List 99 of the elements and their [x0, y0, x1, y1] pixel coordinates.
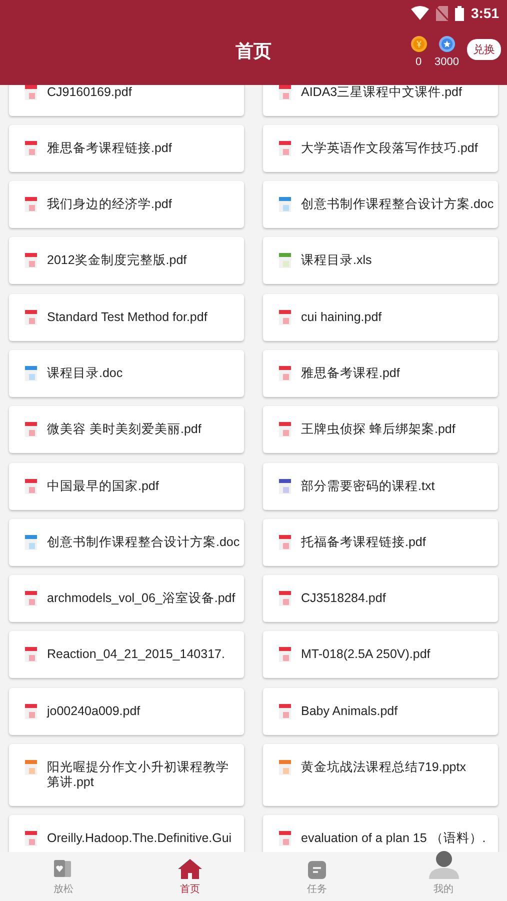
- file-name: 阳光喔提分作文小升初课程教学第讲.ppt: [47, 760, 230, 790]
- pdf-file-icon: [279, 140, 291, 156]
- file-name: 雅思备考课程链接.pdf: [47, 140, 172, 156]
- file-card[interactable]: AIDA3三星课程中文课件.pdf: [263, 85, 498, 116]
- pdf-file-icon: [279, 366, 291, 381]
- file-card[interactable]: 托福备考课程链接.pdf: [263, 518, 498, 566]
- file-card[interactable]: evaluation of a plan 15 （语料）.: [263, 815, 498, 852]
- balance-amount: 0: [415, 56, 422, 68]
- home-icon: [178, 859, 202, 879]
- text-file-icon: [279, 478, 291, 494]
- file-card[interactable]: jo00240a009.pdf: [9, 688, 244, 735]
- file-card[interactable]: Standard Test Method for.pdf: [9, 294, 244, 341]
- file-card[interactable]: 大学英语作文段落写作技巧.pdf: [263, 124, 498, 172]
- pdf-file-icon: [279, 85, 291, 100]
- pdf-file-icon: [279, 310, 291, 325]
- file-name: 课程目录.xls: [301, 253, 372, 268]
- task-icon: [308, 861, 326, 879]
- pdf-file-icon: [25, 831, 37, 846]
- clock: 3:51: [470, 5, 499, 21]
- file-card[interactable]: CJ9160169.pdf: [9, 85, 244, 116]
- exchange-button[interactable]: 兑换: [467, 38, 501, 60]
- file-name: 我们身边的经济学.pdf: [47, 197, 172, 212]
- file-name: 课程目录.doc: [47, 366, 123, 381]
- pdf-file-icon: [25, 704, 37, 719]
- file-name: 托福备考课程链接.pdf: [301, 534, 426, 550]
- file-card[interactable]: 中国最早的国家.pdf: [9, 462, 244, 510]
- slides-file-icon: [279, 760, 291, 776]
- file-card[interactable]: 阳光喔提分作文小升初课程教学第讲.ppt: [9, 744, 244, 806]
- file-card[interactable]: Baby Animals.pdf: [263, 688, 498, 735]
- file-card[interactable]: MT-018(2.5A 250V).pdf: [263, 631, 498, 678]
- file-name: archmodels_vol_06_浴室设备.pdf: [47, 591, 236, 606]
- no-sim-icon: [436, 6, 448, 20]
- file-card[interactable]: CJ3518284.pdf: [263, 575, 498, 622]
- pdf-file-icon: [25, 197, 37, 212]
- file-name: cui haining.pdf: [301, 310, 382, 325]
- slides-file-icon: [25, 760, 37, 776]
- file-name: 黄金坑战法课程总结719.pptx: [301, 760, 466, 776]
- file-card[interactable]: 雅思备考课程.pdf: [263, 350, 498, 397]
- coin-icon: [410, 36, 427, 52]
- star-coin-icon: [438, 36, 455, 52]
- file-card[interactable]: 课程目录.xls: [263, 237, 498, 284]
- word-file-icon: [25, 366, 37, 381]
- file-name: 2012奖金制度完整版.pdf: [47, 253, 187, 268]
- file-name: 大学英语作文段落写作技巧.pdf: [301, 140, 478, 156]
- pdf-file-icon: [25, 140, 37, 156]
- file-card[interactable]: 创意书制作课程整合设计方案.doc: [263, 181, 498, 228]
- file-card[interactable]: 黄金坑战法课程总结719.pptx: [263, 744, 498, 806]
- pdf-file-icon: [25, 478, 37, 494]
- pdf-file-icon: [25, 310, 37, 325]
- person-icon: [428, 851, 459, 879]
- wifi-icon: [410, 6, 429, 20]
- pdf-file-icon: [279, 647, 291, 662]
- pdf-file-icon: [25, 85, 37, 100]
- nav-tab[interactable]: 首页: [126, 852, 254, 901]
- file-card[interactable]: archmodels_vol_06_浴室设备.pdf: [9, 575, 244, 622]
- word-file-icon: [25, 534, 37, 550]
- file-card[interactable]: 我们身边的经济学.pdf: [9, 181, 244, 228]
- file-name: 创意书制作课程整合设计方案.doc: [301, 197, 494, 212]
- page-title: 首页: [236, 40, 272, 63]
- file-card[interactable]: Oreilly.Hadoop.The.Definitive.Gui: [9, 815, 244, 852]
- word-file-icon: [279, 197, 291, 212]
- file-card[interactable]: 王牌虫侦探 蜂后绑架案.pdf: [263, 406, 498, 454]
- file-name: 中国最早的国家.pdf: [47, 478, 159, 494]
- file-card[interactable]: cui haining.pdf: [263, 294, 498, 341]
- cards-icon: [53, 859, 74, 879]
- file-name: Oreilly.Hadoop.The.Definitive.Gui: [47, 831, 232, 846]
- pdf-file-icon: [279, 591, 291, 606]
- balance-amount: 3000: [434, 56, 459, 68]
- file-card[interactable]: 2012奖金制度完整版.pdf: [9, 237, 244, 284]
- file-card[interactable]: 课程目录.doc: [9, 350, 244, 397]
- pdf-file-icon: [25, 591, 37, 606]
- file-name: Standard Test Method for.pdf: [47, 310, 208, 325]
- file-name: CJ3518284.pdf: [301, 591, 386, 606]
- file-name: evaluation of a plan 15 （语料）.: [301, 831, 486, 846]
- file-name: Reaction_04_21_2015_140317.: [47, 647, 225, 662]
- file-name: 雅思备考课程.pdf: [301, 366, 400, 381]
- file-name: Baby Animals.pdf: [301, 704, 398, 719]
- file-card[interactable]: 微美容 美时美刻爱美丽.pdf: [9, 406, 244, 454]
- file-card[interactable]: 部分需要密码的课程.txt: [263, 462, 498, 510]
- pdf-file-icon: [25, 422, 37, 438]
- file-name: CJ9160169.pdf: [47, 85, 132, 100]
- file-name: 部分需要密码的课程.txt: [301, 478, 435, 494]
- file-card[interactable]: Reaction_04_21_2015_140317.: [9, 631, 244, 678]
- file-card[interactable]: 创意书制作课程整合设计方案.doc: [9, 518, 244, 566]
- pdf-file-icon: [25, 647, 37, 662]
- file-name: 微美容 美时美刻爱美丽.pdf: [47, 422, 202, 438]
- file-name: jo00240a009.pdf: [47, 704, 140, 719]
- file-name: AIDA3三星课程中文课件.pdf: [301, 85, 462, 100]
- excel-file-icon: [279, 253, 291, 268]
- file-name: MT-018(2.5A 250V).pdf: [301, 647, 430, 662]
- pdf-file-icon: [25, 253, 37, 268]
- battery-icon: [454, 6, 464, 20]
- pdf-file-icon: [279, 534, 291, 550]
- file-card[interactable]: 雅思备考课程链接.pdf: [9, 124, 244, 172]
- file-name: 王牌虫侦探 蜂后绑架案.pdf: [301, 422, 456, 438]
- pdf-file-icon: [279, 422, 291, 438]
- file-name: 创意书制作课程整合设计方案.doc: [47, 534, 240, 550]
- pdf-file-icon: [279, 704, 291, 719]
- pdf-file-icon: [279, 831, 291, 846]
